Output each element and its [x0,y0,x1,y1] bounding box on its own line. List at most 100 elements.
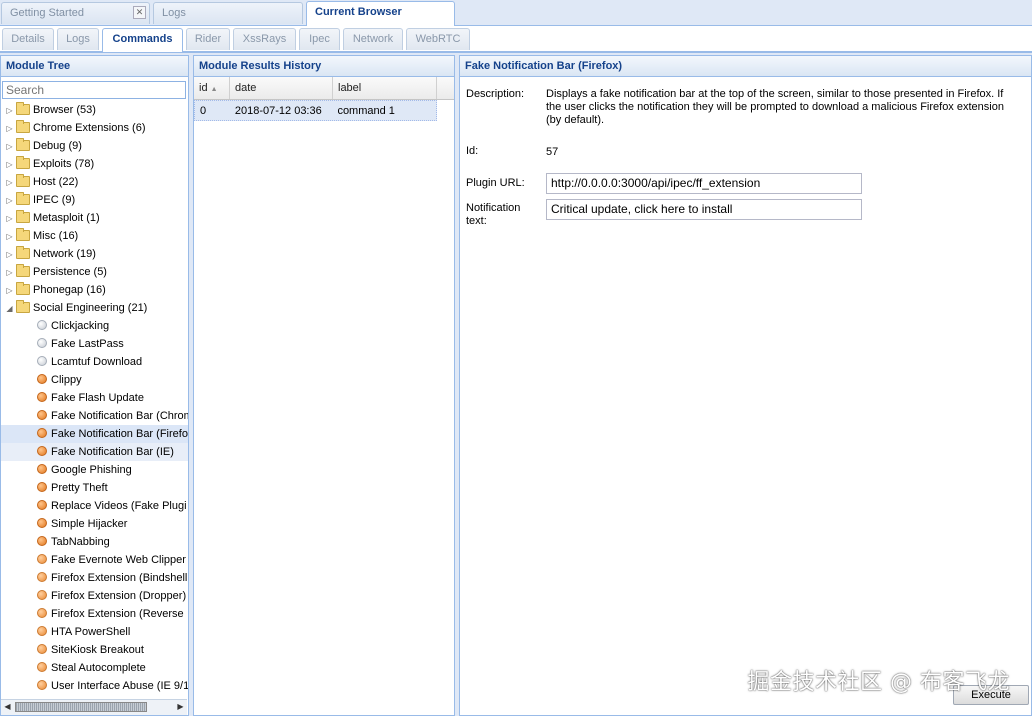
tree-module-item[interactable]: Clippy [1,371,188,389]
tab-getting-started[interactable]: Getting Started ✕ [1,2,150,24]
tree-module-item[interactable]: Fake Notification Bar (Chrom [1,407,188,425]
column-header-id[interactable]: id ▲ [194,77,230,99]
tree-module-item[interactable]: Lcamtuf Download [1,353,188,371]
tree-category[interactable]: ◢ Social Engineering (21) [1,299,188,317]
collapsed-arrow-icon[interactable]: ▷ [3,210,16,228]
tree-module-label: Google Phishing [51,464,132,476]
tree-module-label: SiteKiosk Breakout [51,644,144,656]
tab-details[interactable]: Details [2,28,54,50]
tree-module-item[interactable]: Steal Autocomplete [1,659,188,677]
tree-module-label: Steal Autocomplete [51,662,146,674]
scroll-left-icon[interactable]: ◀ [1,701,14,713]
tree-module-item[interactable]: Google Phishing [1,461,188,479]
tree-module-item[interactable]: HTA PowerShell [1,623,188,641]
status-orange-icon [37,410,47,420]
folder-open-icon [16,300,30,313]
tree-category-label: Metasploit (1) [33,212,100,224]
tab-ipec[interactable]: Ipec [299,28,340,50]
tree-category[interactable]: ▷ Browser (53) [1,101,188,119]
collapsed-arrow-icon[interactable]: ▷ [3,264,16,282]
tab-webrtc[interactable]: WebRTC [406,28,470,50]
tree-category[interactable]: ▷ Phonegap (16) [1,281,188,299]
column-header-label[interactable]: label [333,77,437,99]
tree-module-item[interactable]: Fake LastPass [1,335,188,353]
tree-category[interactable]: ▷ Debug (9) [1,137,188,155]
module-detail-title: Fake Notification Bar (Firefox) [460,56,1031,77]
tree-category[interactable]: ▷ IPEC (9) [1,191,188,209]
tab-label: Getting Started [10,7,84,19]
folder-icon [16,210,30,223]
collapsed-arrow-icon[interactable]: ▷ [3,282,16,300]
horizontal-scrollbar[interactable]: ◀ ▶ [1,699,187,715]
tree-module-item[interactable]: Firefox Extension (Reverse [1,605,188,623]
tree-module-label: Fake LastPass [51,338,124,350]
scroll-right-icon[interactable]: ▶ [174,701,187,713]
tree-module-item[interactable]: Fake Evernote Web Clipper [1,551,188,569]
collapsed-arrow-icon[interactable]: ▷ [3,120,16,138]
tree-category[interactable]: ▷ Misc (16) [1,227,188,245]
tree-module-item[interactable]: Simple Hijacker [1,515,188,533]
tree-category[interactable]: ▷ Host (22) [1,173,188,191]
description-label: Description: [466,88,525,100]
status-grey-icon [37,320,47,330]
collapsed-arrow-icon[interactable]: ▷ [3,102,16,120]
tree-module-label: Fake Evernote Web Clipper [51,554,186,566]
collapsed-arrow-icon[interactable]: ▷ [3,156,16,174]
collapsed-arrow-icon[interactable]: ▷ [3,174,16,192]
tree-module-label: Pretty Theft [51,482,108,494]
results-grid-header: id ▲ date label [194,77,454,100]
status-orange-icon [37,428,47,438]
collapsed-arrow-icon[interactable]: ▷ [3,138,16,156]
scroll-thumb[interactable] [15,702,147,712]
tab-network[interactable]: Network [343,28,403,50]
collapsed-arrow-icon[interactable]: ▷ [3,246,16,264]
tree-module-item[interactable]: Fake Notification Bar (IE) [1,443,188,461]
tab-logs-sub[interactable]: Logs [57,28,99,50]
tree-module-item[interactable]: Fake Flash Update [1,389,188,407]
notification-text-input[interactable]: Critical update, click here to install [546,199,862,220]
tab-commands[interactable]: Commands [102,28,183,52]
status-orange-icon [37,536,47,546]
table-row[interactable]: 0 2018-07-12 03:36 command 1 [194,100,437,121]
folder-icon [16,228,30,241]
status-orange-s-icon [37,662,47,672]
module-detail-panel: Fake Notification Bar (Firefox) Descript… [459,55,1032,716]
tree-category[interactable]: ▷ Chrome Extensions (6) [1,119,188,137]
tree-module-item[interactable]: Fake Notification Bar (Firefo [1,425,188,443]
folder-icon [16,282,30,295]
plugin-url-input[interactable]: http://0.0.0.0:3000/api/ipec/ff_extensio… [546,173,862,194]
tab-current-browser[interactable]: Current Browser [306,1,455,26]
status-orange-s-icon [37,608,47,618]
module-tree: ▷ Browser (53) ▷ Chrome Extensions (6) ▷ Debu… [1,101,188,695]
tree-module-item[interactable]: TabNabbing [1,533,188,551]
plugin-url-label: Plugin URL: [466,177,525,189]
tab-logs[interactable]: Logs [153,2,303,24]
tab-rider[interactable]: Rider [186,28,230,50]
tree-category[interactable]: ▷ Persistence (5) [1,263,188,281]
cell-label: command 1 [337,105,395,117]
cell-id: 0 [200,105,207,117]
tab-xssrays[interactable]: XssRays [233,28,296,50]
folder-icon [16,246,30,259]
tree-category[interactable]: ▷ Exploits (78) [1,155,188,173]
search-input[interactable] [2,81,186,99]
tree-module-item[interactable]: Replace Videos (Fake Plugi [1,497,188,515]
tree-module-item[interactable]: Firefox Extension (Bindshell [1,569,188,587]
top-tab-bar: Getting Started ✕ Logs Current Browser [0,0,1032,26]
tree-category[interactable]: ▷ Network (19) [1,245,188,263]
status-orange-s-icon [37,572,47,582]
status-orange-icon [37,500,47,510]
id-label: Id: [466,145,479,157]
tree-category[interactable]: ▷ Metasploit (1) [1,209,188,227]
tree-module-item[interactable]: Pretty Theft [1,479,188,497]
tree-module-item[interactable]: User Interface Abuse (IE 9/1 [1,677,188,695]
tree-module-item[interactable]: Firefox Extension (Dropper) [1,587,188,605]
collapsed-arrow-icon[interactable]: ▷ [3,192,16,210]
expanded-arrow-icon[interactable]: ◢ [3,300,16,318]
close-icon[interactable]: ✕ [133,6,146,19]
tree-module-item[interactable]: SiteKiosk Breakout [1,641,188,659]
collapsed-arrow-icon[interactable]: ▷ [3,228,16,246]
tree-category-label: Browser (53) [33,104,96,116]
column-header-date[interactable]: date [230,77,333,99]
tree-module-item[interactable]: Clickjacking [1,317,188,335]
